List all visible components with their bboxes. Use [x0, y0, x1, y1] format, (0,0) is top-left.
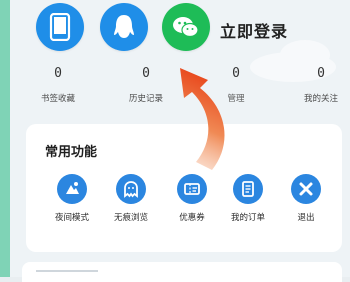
close-icon: [291, 174, 321, 204]
coupon-button[interactable]: 优惠券: [162, 174, 222, 223]
left-edge-strip: [0, 0, 10, 277]
phone-login-button[interactable]: [36, 3, 84, 51]
wechat-icon: [173, 17, 199, 38]
order-icon: [233, 174, 263, 204]
function-label: 优惠券: [179, 213, 205, 223]
coupon-icon: [177, 174, 207, 204]
stat-bookmarks[interactable]: 0 书签收藏: [28, 66, 88, 104]
stat-value: 0: [232, 66, 240, 81]
stat-following[interactable]: 0 我的关注: [291, 66, 350, 104]
stat-label: 书签收藏: [40, 94, 75, 104]
function-label: 我的订单: [230, 213, 265, 223]
qq-icon: [114, 15, 134, 38]
my-orders-button[interactable]: 我的订单: [218, 174, 278, 223]
next-section-title-placeholder: [36, 270, 98, 272]
function-label: 无痕浏览: [113, 213, 148, 223]
next-section-card: [22, 262, 342, 282]
wechat-login-button[interactable]: [162, 3, 210, 51]
stat-label: 管理: [227, 94, 245, 104]
night-mode-icon: [57, 174, 87, 204]
ghost-icon: [116, 174, 146, 204]
night-mode-button[interactable]: 夜间模式: [42, 174, 102, 223]
stat-label: 我的关注: [303, 94, 338, 104]
stat-label: 历史记录: [128, 94, 163, 104]
stat-value: 0: [317, 66, 325, 81]
stat-history[interactable]: 0 历史记录: [116, 66, 176, 104]
stat-value: 0: [142, 66, 150, 81]
stat-value: 0: [54, 66, 62, 81]
incognito-button[interactable]: 无痕浏览: [101, 174, 161, 223]
stat-manage[interactable]: 0 管理: [206, 66, 266, 104]
qq-login-button[interactable]: [100, 3, 148, 51]
section-title: 常用功能: [45, 145, 98, 160]
function-label: 夜间模式: [54, 213, 89, 223]
login-now-link[interactable]: 立即登录: [220, 18, 288, 42]
logout-button[interactable]: 退出: [276, 174, 336, 223]
function-label: 退出: [297, 213, 315, 223]
phone-icon: [49, 13, 71, 41]
